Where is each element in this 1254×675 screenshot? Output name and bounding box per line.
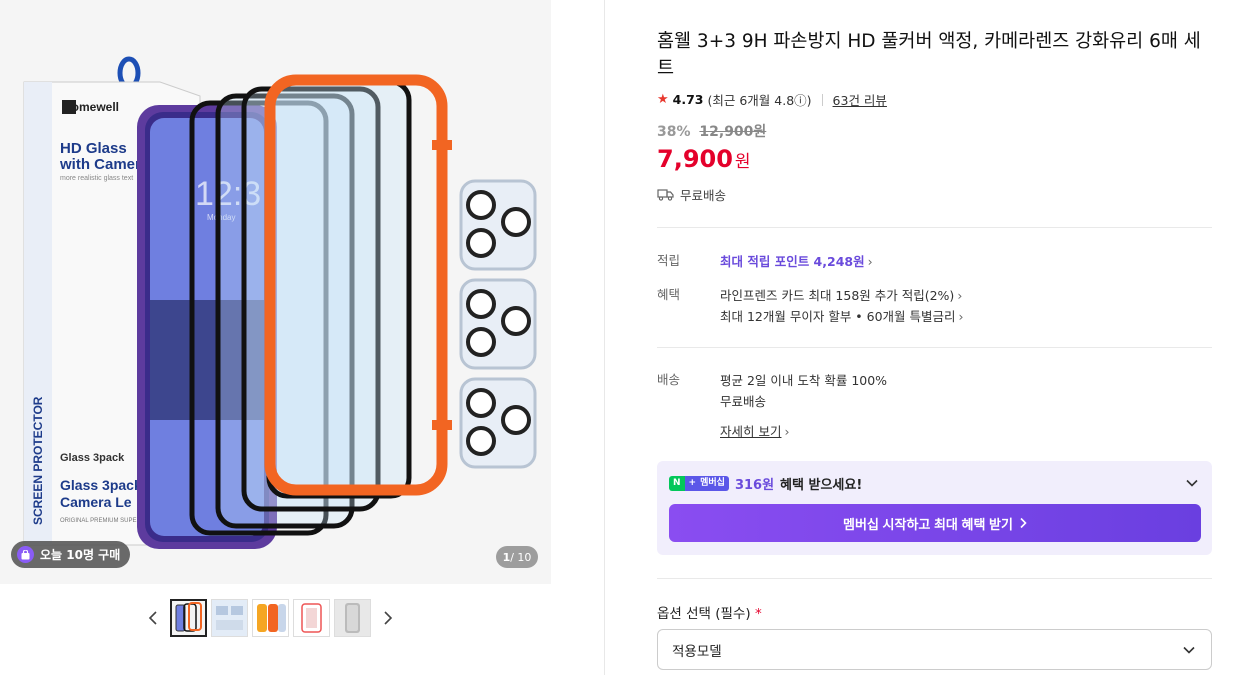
shopping-bag-icon bbox=[17, 546, 34, 563]
chevron-right-icon bbox=[1020, 517, 1027, 529]
discount-row: 38% 12,900원 bbox=[657, 121, 766, 141]
installment-text: 최대 12개월 무이자 할부 • 60개월 특별금리 bbox=[720, 309, 956, 324]
thumbnail-strip bbox=[140, 598, 420, 638]
points-text: 최대 적립 포인트 4,248원 bbox=[720, 254, 865, 269]
thumbnail-3[interactable] bbox=[252, 599, 289, 637]
free-shipping-tag: 무료배송 bbox=[657, 185, 726, 204]
box-tagline: more realistic glass text bbox=[60, 175, 133, 182]
chevron-right-icon: › bbox=[957, 288, 963, 303]
membership-start-button[interactable]: 멤버십 시작하고 최대 혜택 받기 bbox=[669, 504, 1201, 542]
rating-recent[interactable]: (최근 6개월 4.8ⓘ) bbox=[708, 90, 812, 109]
chevron-down-icon bbox=[1183, 646, 1195, 654]
delivery-probability: 평균 2일 이내 도착 확률 100% bbox=[720, 373, 888, 388]
points-label: 적립 bbox=[657, 253, 681, 268]
box-title-line1: HD Glass bbox=[60, 140, 127, 157]
box-side-text: SCREEN PROTECTOR bbox=[31, 396, 45, 525]
today-purchase-text: 오늘 10명 구매 bbox=[40, 548, 121, 562]
section-divider-3 bbox=[657, 578, 1212, 579]
membership-headline: N + 멤버십 316원 혜택 받으세요! bbox=[669, 474, 862, 493]
sale-price: 7,900 원 bbox=[657, 145, 751, 173]
image-page-current: 1 bbox=[502, 550, 511, 564]
section-divider-2 bbox=[657, 347, 1212, 348]
section-divider-1 bbox=[657, 227, 1212, 228]
membership-amount: 316원 bbox=[734, 478, 775, 493]
box-glass-count: Glass 3pack bbox=[60, 452, 125, 464]
membership-text: 혜택 받으세요! bbox=[780, 478, 863, 493]
option-selected-value: 적용모델 bbox=[672, 643, 722, 660]
rating-separator bbox=[821, 93, 823, 106]
installment-link[interactable]: 최대 12개월 무이자 할부 • 60개월 특별금리 › bbox=[720, 306, 964, 325]
option-select-dropdown[interactable]: 적용모델 bbox=[657, 629, 1212, 670]
sale-price-unit: 원 bbox=[734, 152, 751, 172]
delivery-free: 무료배송 bbox=[720, 394, 767, 409]
naver-membership-logo: N + 멤버십 bbox=[669, 476, 729, 491]
free-shipping-text: 무료배송 bbox=[680, 188, 727, 203]
thumbnail-1[interactable] bbox=[170, 599, 207, 637]
chevron-right-icon: › bbox=[958, 309, 964, 324]
required-mark: * bbox=[754, 606, 762, 622]
product-main-image[interactable]: Homewell HD Glass with Camera more reali… bbox=[0, 0, 551, 584]
box-small-print: ORIGINAL PREMIUM SUPE bbox=[60, 518, 136, 524]
original-price: 12,900원 bbox=[699, 124, 767, 140]
star-icon: ★ bbox=[657, 92, 669, 107]
product-title: 홈웰 3+3 9H 파손방지 HD 풀커버 액정, 카메라렌즈 강화유리 6매 … bbox=[657, 31, 1201, 79]
image-page-counter: 1 / 10 bbox=[496, 546, 538, 568]
truck-icon bbox=[657, 189, 674, 201]
thumbnail-4[interactable] bbox=[293, 599, 330, 637]
thumbnail-2[interactable] bbox=[211, 599, 248, 637]
discount-rate: 38% bbox=[657, 124, 691, 140]
delivery-detail-link[interactable]: 자세히 보기 › bbox=[720, 421, 789, 440]
membership-button-label: 멤버십 시작하고 최대 혜택 받기 bbox=[843, 516, 1013, 532]
product-gallery: Homewell HD Glass with Camera more reali… bbox=[0, 0, 604, 675]
thumbnail-5[interactable] bbox=[334, 599, 371, 637]
product-photo-illustration: Homewell HD Glass with Camera more reali… bbox=[0, 0, 551, 584]
box-title-line2: with Camera bbox=[59, 156, 150, 173]
membership-banner: N + 멤버십 316원 혜택 받으세요! 멤버십 시작하고 최대 혜택 받기 bbox=[657, 461, 1212, 555]
delivery-detail-text: 자세히 보기 bbox=[720, 424, 782, 439]
option-label: 옵션 선택 (필수) * bbox=[657, 602, 762, 622]
rating-score: 4.73 bbox=[672, 92, 704, 107]
thumb-next-button[interactable] bbox=[375, 600, 401, 636]
box-bottom-line2: Camera Le bbox=[60, 494, 132, 510]
card-benefit-text: 라인프렌즈 카드 최대 158원 추가 적립(2%) bbox=[720, 288, 955, 303]
product-page: Homewell HD Glass with Camera more reali… bbox=[0, 0, 1254, 675]
card-benefit-link[interactable]: 라인프렌즈 카드 최대 158원 추가 적립(2%) › bbox=[720, 285, 962, 304]
review-link[interactable]: 63건 리뷰 bbox=[833, 90, 887, 109]
chevron-down-icon bbox=[1186, 479, 1198, 487]
thumb-prev-button[interactable] bbox=[140, 600, 166, 636]
rating-row: ★ 4.73 (최근 6개월 4.8ⓘ) 63건 리뷰 bbox=[657, 90, 887, 109]
chevron-right-icon: › bbox=[784, 424, 790, 439]
today-purchase-badge: 오늘 10명 구매 bbox=[11, 541, 131, 568]
panel-divider bbox=[604, 0, 605, 675]
points-link[interactable]: 최대 적립 포인트 4,248원 › bbox=[720, 251, 873, 270]
sale-price-number: 7,900 bbox=[657, 145, 733, 173]
chevron-right-icon: › bbox=[867, 254, 873, 269]
image-page-total: / 10 bbox=[510, 550, 532, 564]
chevron-left-icon bbox=[148, 611, 157, 625]
membership-toggle[interactable] bbox=[1184, 475, 1200, 491]
delivery-label: 배송 bbox=[657, 372, 681, 387]
chevron-right-icon bbox=[384, 611, 393, 625]
option-label-text: 옵션 선택 (필수) bbox=[657, 606, 751, 622]
box-bottom-line1: Glass 3pack bbox=[60, 477, 142, 493]
benefit-label: 혜택 bbox=[657, 287, 681, 302]
